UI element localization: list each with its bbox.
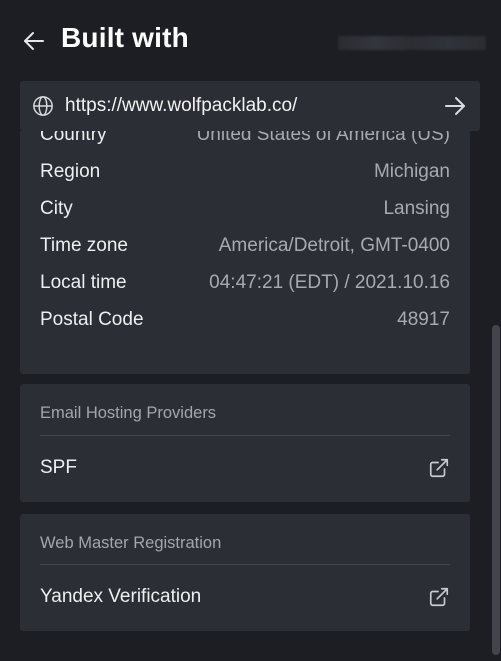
geo-row-timezone: Time zone America/Detroit, GMT-0400 [40, 231, 450, 261]
geo-value: Michigan [373, 161, 450, 182]
geo-value: America/Detroit, GMT-0400 [218, 235, 450, 256]
go-button[interactable] [442, 93, 468, 119]
globe-icon [33, 96, 53, 116]
built-with-panel: Built with https://www.wolfpacklab.co/ C… [0, 0, 501, 661]
arrow-right-icon [445, 97, 465, 115]
arrow-left-icon [24, 32, 44, 50]
geo-key: Region [40, 161, 101, 182]
email-hosting-card: Email Hosting Providers SPF [20, 384, 470, 502]
geo-key: City [40, 198, 73, 219]
results-scroll-area[interactable]: Country United States of America (US) Re… [0, 131, 501, 661]
geo-value: 04:47:21 (EDT) / 2021.10.16 [209, 272, 450, 293]
geo-row-country: Country United States of America (US) [40, 131, 450, 150]
url-input[interactable]: https://www.wolfpacklab.co/ [65, 95, 297, 117]
geo-info-card: Country United States of America (US) Re… [20, 131, 470, 374]
external-link-icon[interactable] [428, 586, 450, 608]
page-title: Built with [61, 22, 189, 53]
divider [40, 435, 450, 436]
external-link-icon[interactable] [428, 457, 450, 479]
header: Built with [0, 0, 501, 80]
geo-row-region: Region Michigan [40, 157, 450, 187]
scrollbar-thumb[interactable] [492, 325, 500, 655]
url-bar[interactable]: https://www.wolfpacklab.co/ [20, 81, 480, 131]
tech-item-yandex-verification[interactable]: Yandex Verification [40, 581, 450, 613]
back-button[interactable] [20, 27, 48, 55]
tech-item-spf[interactable]: SPF [40, 452, 450, 484]
scrollbar-track[interactable] [491, 131, 501, 661]
divider [40, 564, 450, 565]
geo-key: Country [40, 131, 107, 145]
geo-row-postal-code: Postal Code 48917 [40, 305, 450, 335]
webmaster-card: Web Master Registration Yandex Verificat… [20, 514, 470, 631]
tech-item-label: SPF [40, 457, 77, 478]
geo-value: Lansing [383, 198, 450, 219]
geo-row-city: City Lansing [40, 194, 450, 224]
redacted-text [338, 36, 486, 50]
tech-item-label: Yandex Verification [40, 586, 202, 607]
geo-key: Local time [40, 272, 127, 293]
section-title: Web Master Registration [40, 534, 222, 552]
geo-row-local-time: Local time 04:47:21 (EDT) / 2021.10.16 [40, 268, 450, 298]
geo-value: 48917 [397, 309, 450, 330]
geo-value: United States of America (US) [196, 131, 450, 145]
geo-key: Time zone [40, 235, 128, 256]
geo-key: Postal Code [40, 309, 144, 330]
section-title: Email Hosting Providers [40, 404, 217, 422]
